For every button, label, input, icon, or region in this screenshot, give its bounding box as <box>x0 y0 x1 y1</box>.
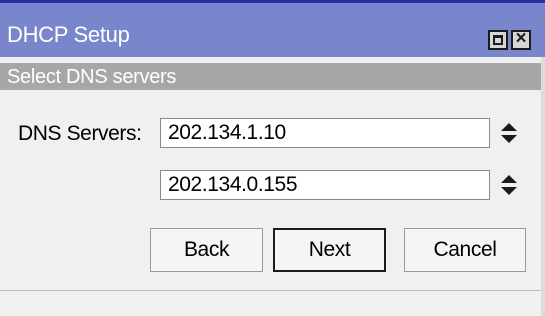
dns-servers-label: DNS Servers: <box>18 122 142 145</box>
next-button[interactable]: Next <box>273 228 386 272</box>
close-button[interactable]: × <box>511 28 531 50</box>
section-header: Select DNS servers <box>0 63 541 90</box>
cancel-button[interactable]: Cancel <box>404 228 526 272</box>
close-icon: × <box>515 28 527 49</box>
back-button[interactable]: Back <box>150 228 263 272</box>
window-title: DHCP Setup <box>7 22 130 47</box>
up-down-arrows-icon[interactable] <box>500 173 518 197</box>
dns-server-2-field[interactable] <box>160 170 490 200</box>
up-down-arrows-icon[interactable] <box>500 121 518 145</box>
dns-server-1-field[interactable] <box>160 118 490 148</box>
dhcp-setup-window: DHCP Setup × Select DNS servers DNS Serv… <box>0 0 545 316</box>
dns-server-1-input[interactable] <box>161 119 489 147</box>
dns-server-2-input[interactable] <box>161 171 489 199</box>
title-bar[interactable]: DHCP Setup × <box>0 3 545 57</box>
footer-divider <box>0 290 541 291</box>
maximize-icon <box>493 35 503 45</box>
maximize-button[interactable] <box>488 30 508 50</box>
section-heading: Select DNS servers <box>7 66 177 88</box>
window-right-edge <box>541 57 545 316</box>
